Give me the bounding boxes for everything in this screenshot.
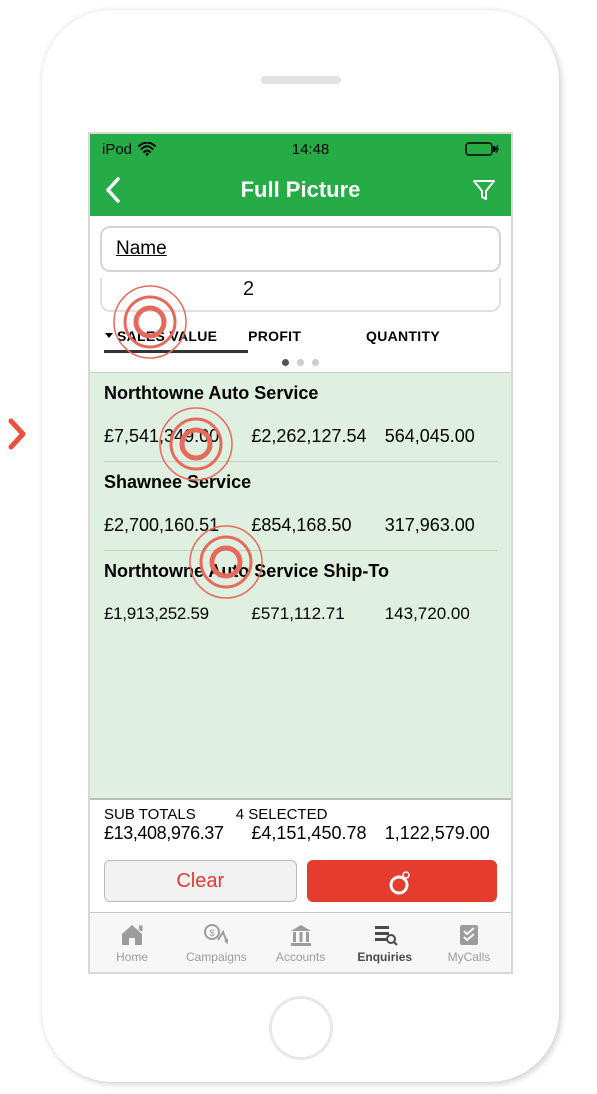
status-time: 14:48: [292, 141, 330, 158]
page-dot-1[interactable]: [282, 359, 289, 366]
subtotal-sales: £13,408,976.37: [104, 823, 251, 844]
page-title: Full Picture: [241, 177, 361, 203]
sort-quantity[interactable]: QUANTITY: [366, 328, 497, 353]
action-buttons: Clear: [90, 852, 511, 912]
tab-mycalls[interactable]: MyCalls: [427, 913, 511, 972]
row-sales: £1,913,252.59: [104, 604, 251, 624]
svg-text:$: $: [210, 928, 215, 938]
row-profit: £854,168.50: [251, 515, 384, 536]
column-headers: SALES VALUE PROFIT QUANTITY: [90, 320, 511, 357]
pointer-chevron-icon: [8, 418, 28, 450]
row-profit: £571,112.71: [251, 604, 384, 624]
row-quantity: 317,963.00: [385, 515, 497, 536]
subtotal-profit: £4,151,450.78: [251, 823, 384, 844]
screen: iPod 14:48 Full P: [88, 132, 513, 974]
row-name: Northtowne Auto Service Ship-To: [104, 561, 497, 604]
battery-icon: [465, 141, 499, 157]
tab-bar: Home $ Campaigns Accounts Enquiries MyCa…: [90, 912, 511, 972]
tab-enquiries[interactable]: Enquiries: [343, 913, 427, 972]
phone-home-button[interactable]: [269, 996, 333, 1060]
accounts-icon: [288, 922, 314, 948]
clear-button[interactable]: Clear: [104, 860, 297, 902]
sort-sales-value[interactable]: SALES VALUE: [104, 328, 248, 353]
sort-profit[interactable]: PROFIT: [248, 328, 366, 353]
row-sales: £2,700,160.51: [104, 515, 251, 536]
row-quantity: 143,720.00: [385, 604, 497, 624]
content-area: Name 2 SALES VALUE PROFIT QUANTITY: [90, 216, 511, 912]
wifi-icon: [138, 142, 156, 156]
status-bar: iPod 14:48: [90, 134, 511, 164]
partial-row: 2: [100, 278, 501, 312]
row-quantity: 564,045.00: [385, 426, 497, 447]
partial-value: 2: [243, 278, 383, 301]
filter-icon: [471, 177, 497, 203]
tab-accounts[interactable]: Accounts: [258, 913, 342, 972]
enquiries-icon: [372, 922, 398, 948]
campaigns-icon: $: [203, 922, 229, 948]
row-profit: £2,262,127.54: [251, 426, 384, 447]
nav-bar: Full Picture: [90, 164, 511, 216]
caret-down-icon: [104, 332, 114, 340]
selected-count: 4 SELECTED: [236, 806, 328, 823]
back-button[interactable]: [104, 176, 138, 204]
home-icon: [119, 922, 145, 948]
filter-button[interactable]: [463, 177, 497, 203]
table-row[interactable]: Northtowne Auto Service Ship-To £1,913,2…: [90, 551, 511, 628]
subtotals-label: SUB TOTALS: [104, 806, 196, 823]
subtotals-bar: SUB TOTALS 4 SELECTED £13,408,976.37 £4,…: [90, 798, 511, 852]
drill-button[interactable]: [307, 860, 498, 902]
search-label: Name: [116, 238, 167, 259]
phone-speaker: [261, 76, 341, 84]
page-dot-3[interactable]: [312, 359, 319, 366]
device-label: iPod: [102, 141, 132, 158]
page-dot-2[interactable]: [297, 359, 304, 366]
link-circles-icon: [385, 867, 419, 895]
table-row[interactable]: Shawnee Service £2,700,160.51 £854,168.5…: [90, 462, 511, 551]
phone-frame: iPod 14:48 Full P: [42, 10, 559, 1082]
table-row[interactable]: Northtowne Auto Service £7,541,349.00 £2…: [90, 373, 511, 462]
chevron-left-icon: [104, 176, 122, 204]
row-sales: £7,541,349.00: [104, 426, 251, 447]
mycalls-icon: [456, 922, 482, 948]
page-dots[interactable]: [90, 357, 511, 373]
row-name: Northtowne Auto Service: [104, 383, 497, 426]
row-name: Shawnee Service: [104, 472, 497, 515]
tab-home[interactable]: Home: [90, 913, 174, 972]
tab-campaigns[interactable]: $ Campaigns: [174, 913, 258, 972]
subtotal-quantity: 1,122,579.00: [385, 823, 497, 844]
result-rows: Northtowne Auto Service £7,541,349.00 £2…: [90, 373, 511, 798]
search-field[interactable]: Name: [100, 226, 501, 272]
